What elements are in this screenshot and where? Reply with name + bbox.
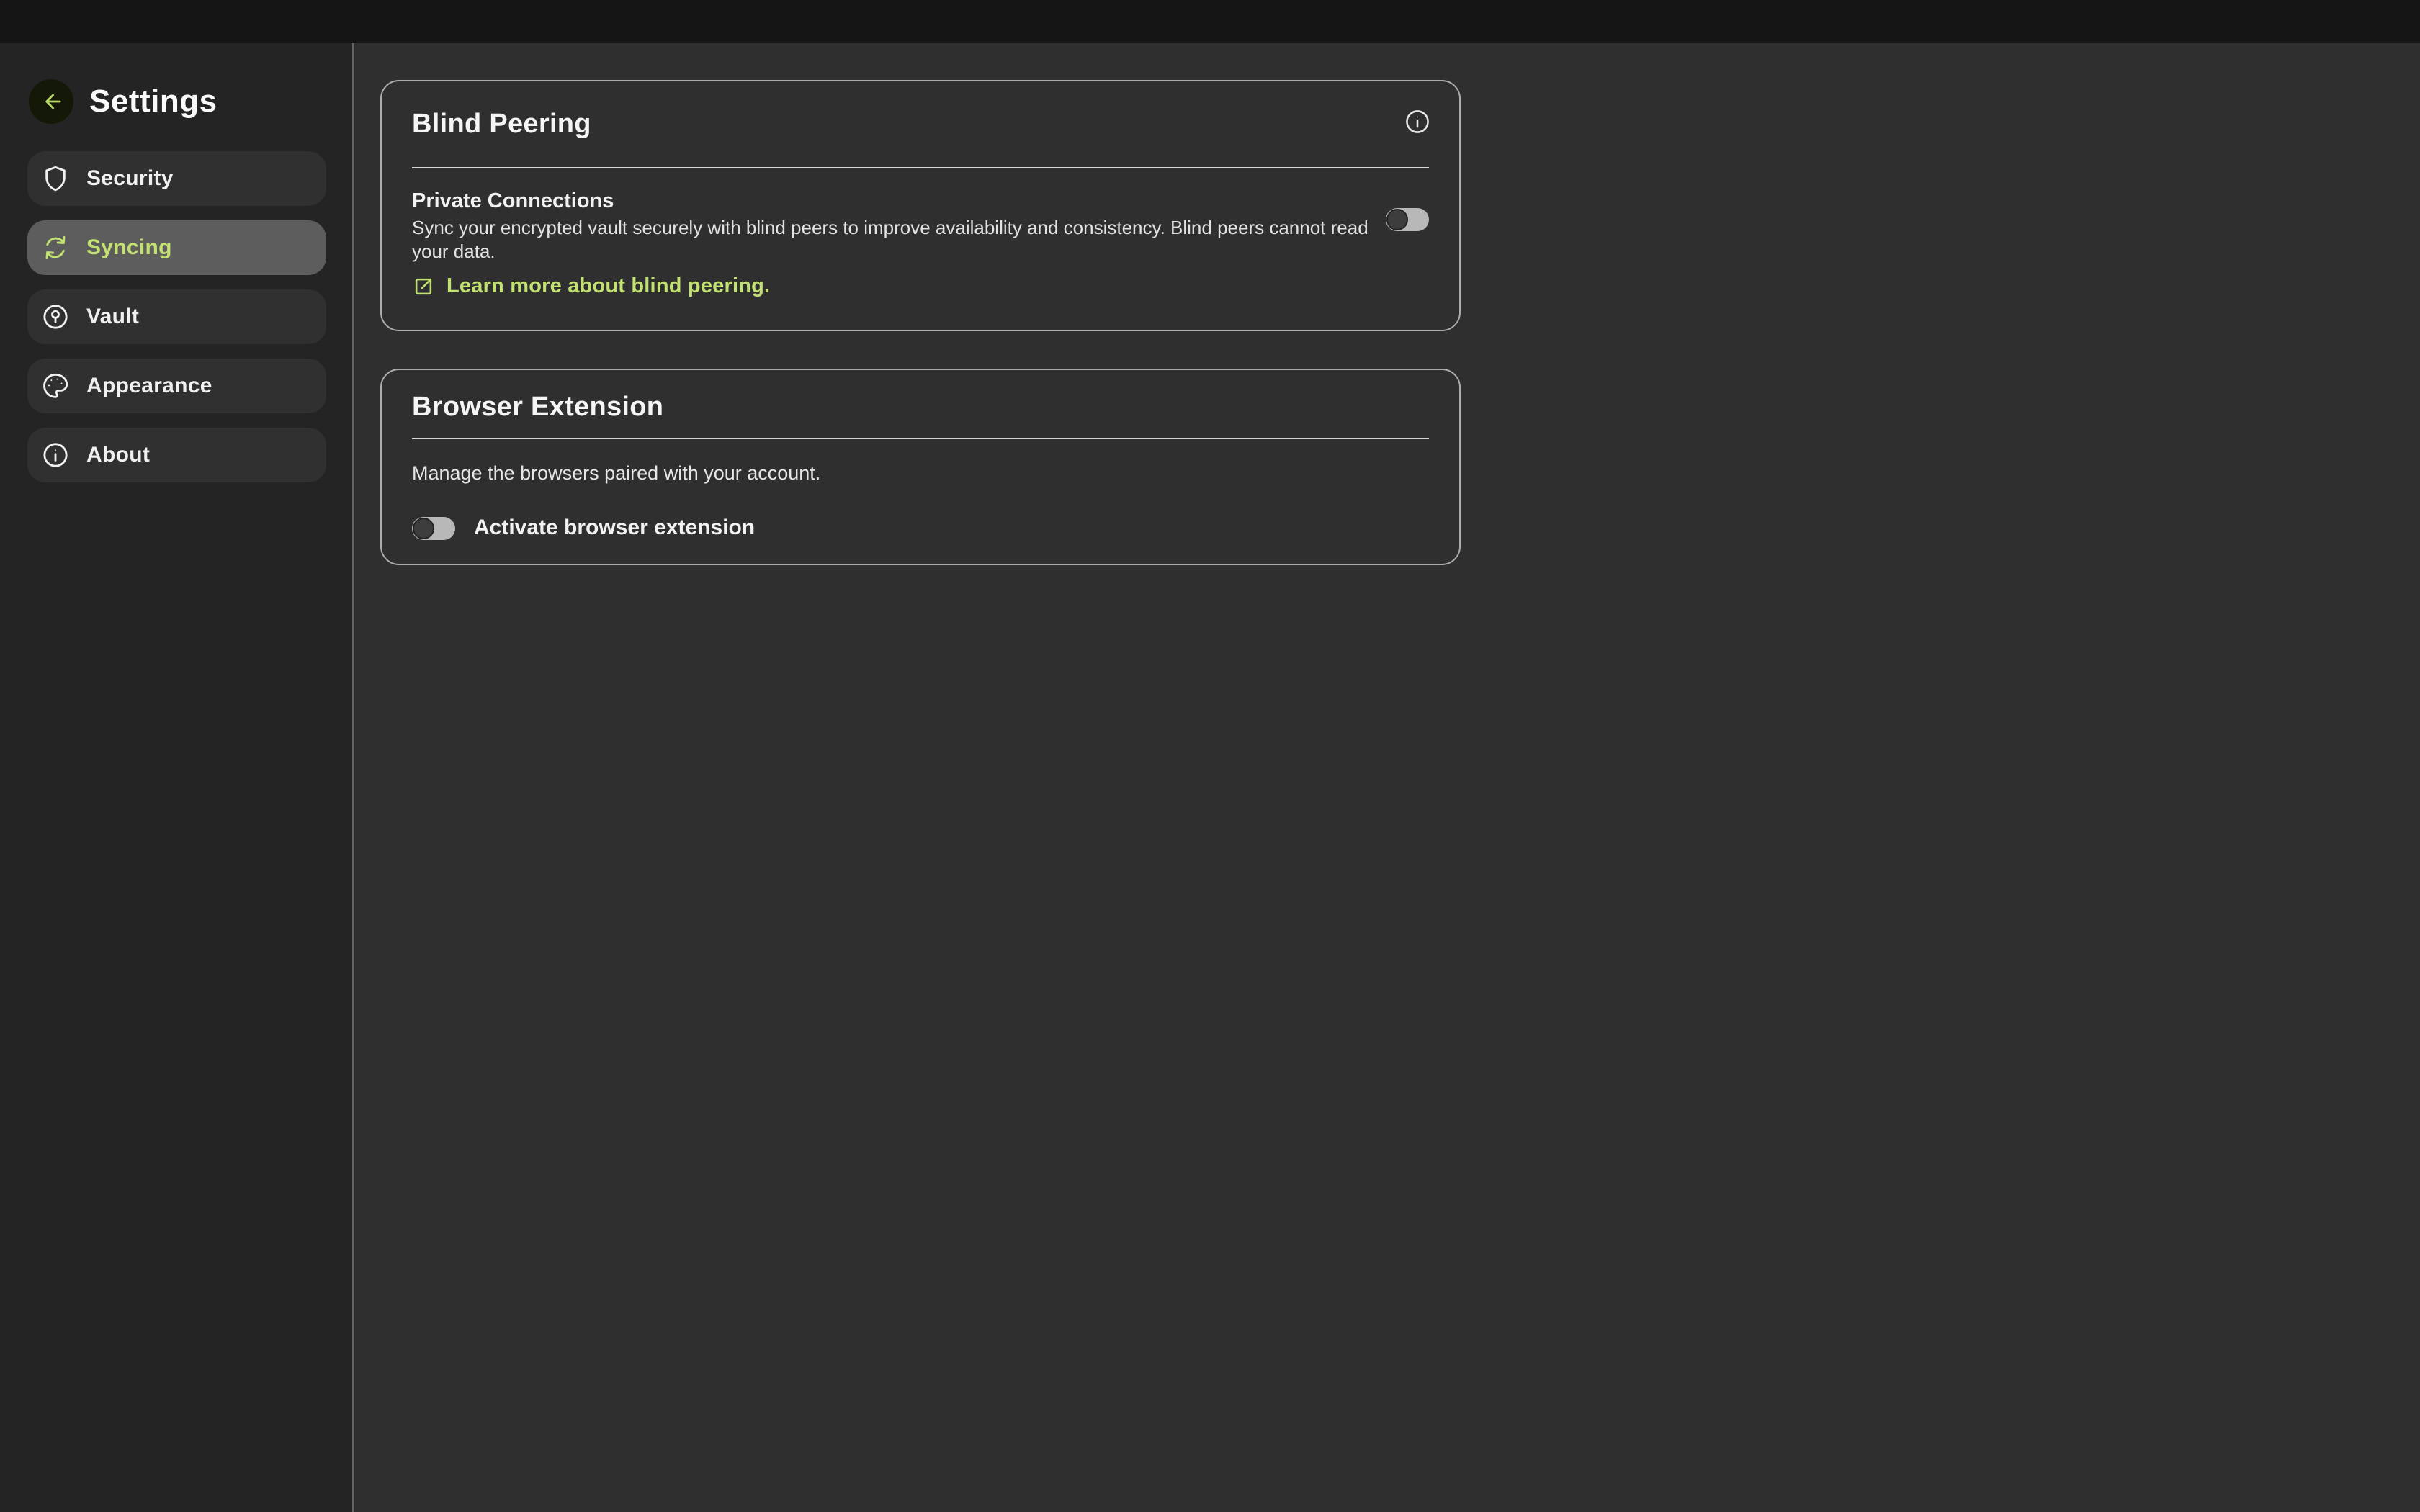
sidebar-item-vault[interactable]: Vault: [27, 289, 326, 344]
learn-more-link[interactable]: Learn more about blind peering.: [412, 274, 770, 298]
sidebar-item-label: Security: [86, 166, 174, 191]
card-title: Browser Extension: [412, 392, 663, 423]
window-titlebar: [0, 0, 2420, 43]
sidebar-item-label: Syncing: [86, 235, 172, 260]
arrow-left-icon: [37, 88, 65, 115]
back-button[interactable]: [29, 79, 73, 124]
info-circle-icon: [40, 440, 71, 470]
sidebar-item-syncing[interactable]: Syncing: [27, 220, 326, 275]
toggle-knob: [413, 518, 434, 539]
card-separator: [412, 167, 1429, 168]
activate-extension-label: Activate browser extension: [474, 516, 755, 540]
sidebar-item-security[interactable]: Security: [27, 151, 326, 206]
sidebar-item-appearance[interactable]: Appearance: [27, 359, 326, 413]
app-window: Settings Security: [0, 0, 2420, 1512]
settings-content: Blind Peering Private Connections Sync y…: [354, 43, 2420, 1512]
private-connections-toggle[interactable]: [1386, 208, 1429, 231]
setting-description: Sync your encrypted vault securely with …: [412, 216, 1370, 264]
shield-icon: [40, 163, 71, 194]
card-separator: [412, 438, 1429, 439]
settings-sidebar: Settings Security: [0, 43, 352, 1512]
sidebar-header: Settings: [29, 79, 218, 124]
blind-peering-card: Blind Peering Private Connections Sync y…: [380, 80, 1461, 331]
palette-icon: [40, 371, 71, 401]
external-link-icon: [412, 275, 435, 298]
activate-extension-toggle[interactable]: [412, 517, 455, 540]
info-circle-icon: [1404, 108, 1431, 135]
setting-title: Private Connections: [412, 189, 614, 213]
learn-more-label: Learn more about blind peering.: [447, 274, 770, 298]
settings-nav: Security Syncing: [27, 151, 326, 497]
sidebar-item-label: Appearance: [86, 374, 212, 398]
keyhole-circle-icon: [40, 302, 71, 332]
page-title: Settings: [89, 84, 218, 120]
browser-extension-card: Browser Extension Manage the browsers pa…: [380, 369, 1461, 565]
sync-arrows-icon: [40, 233, 71, 263]
sidebar-item-label: Vault: [86, 305, 139, 329]
info-button[interactable]: [1403, 107, 1432, 136]
card-title: Blind Peering: [412, 109, 591, 140]
card-description: Manage the browsers paired with your acc…: [412, 462, 820, 485]
sidebar-item-label: About: [86, 443, 150, 467]
sidebar-item-about[interactable]: About: [27, 428, 326, 482]
toggle-knob: [1386, 209, 1408, 230]
